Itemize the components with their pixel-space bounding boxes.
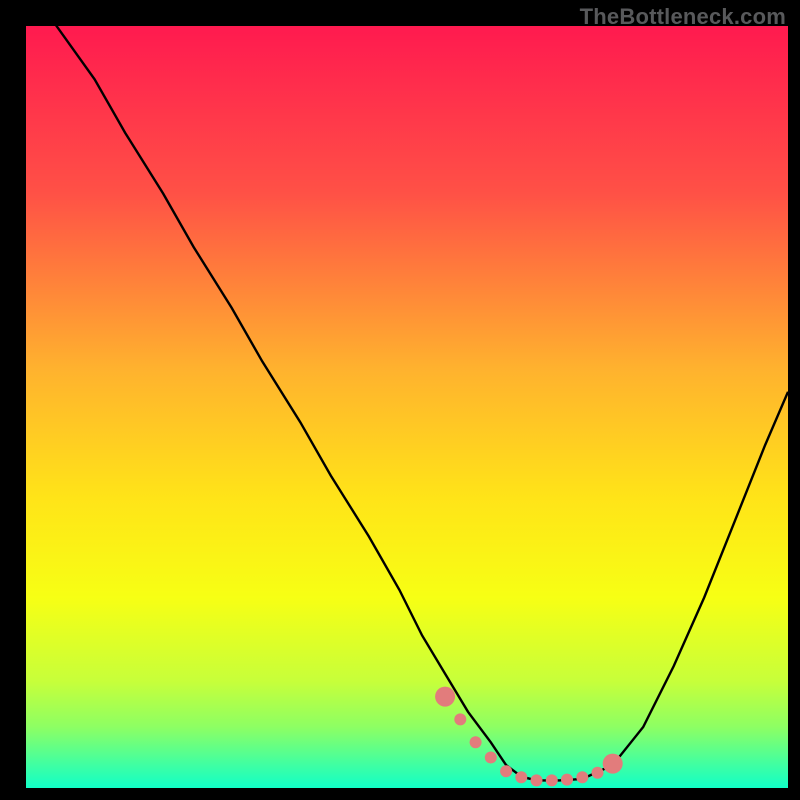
- gradient-background: [26, 26, 788, 788]
- trough-marker: [546, 774, 558, 786]
- trough-marker: [485, 752, 497, 764]
- trough-marker: [500, 765, 512, 777]
- trough-marker: [531, 774, 543, 786]
- trough-marker: [515, 771, 527, 783]
- chart-frame: [26, 26, 788, 788]
- bottleneck-chart: [26, 26, 788, 788]
- watermark-text: TheBottleneck.com: [580, 4, 786, 30]
- trough-marker: [470, 736, 482, 748]
- trough-marker: [435, 687, 455, 707]
- trough-marker: [576, 771, 588, 783]
- trough-marker: [561, 774, 573, 786]
- trough-marker: [454, 713, 466, 725]
- trough-marker: [603, 754, 623, 774]
- trough-marker: [592, 767, 604, 779]
